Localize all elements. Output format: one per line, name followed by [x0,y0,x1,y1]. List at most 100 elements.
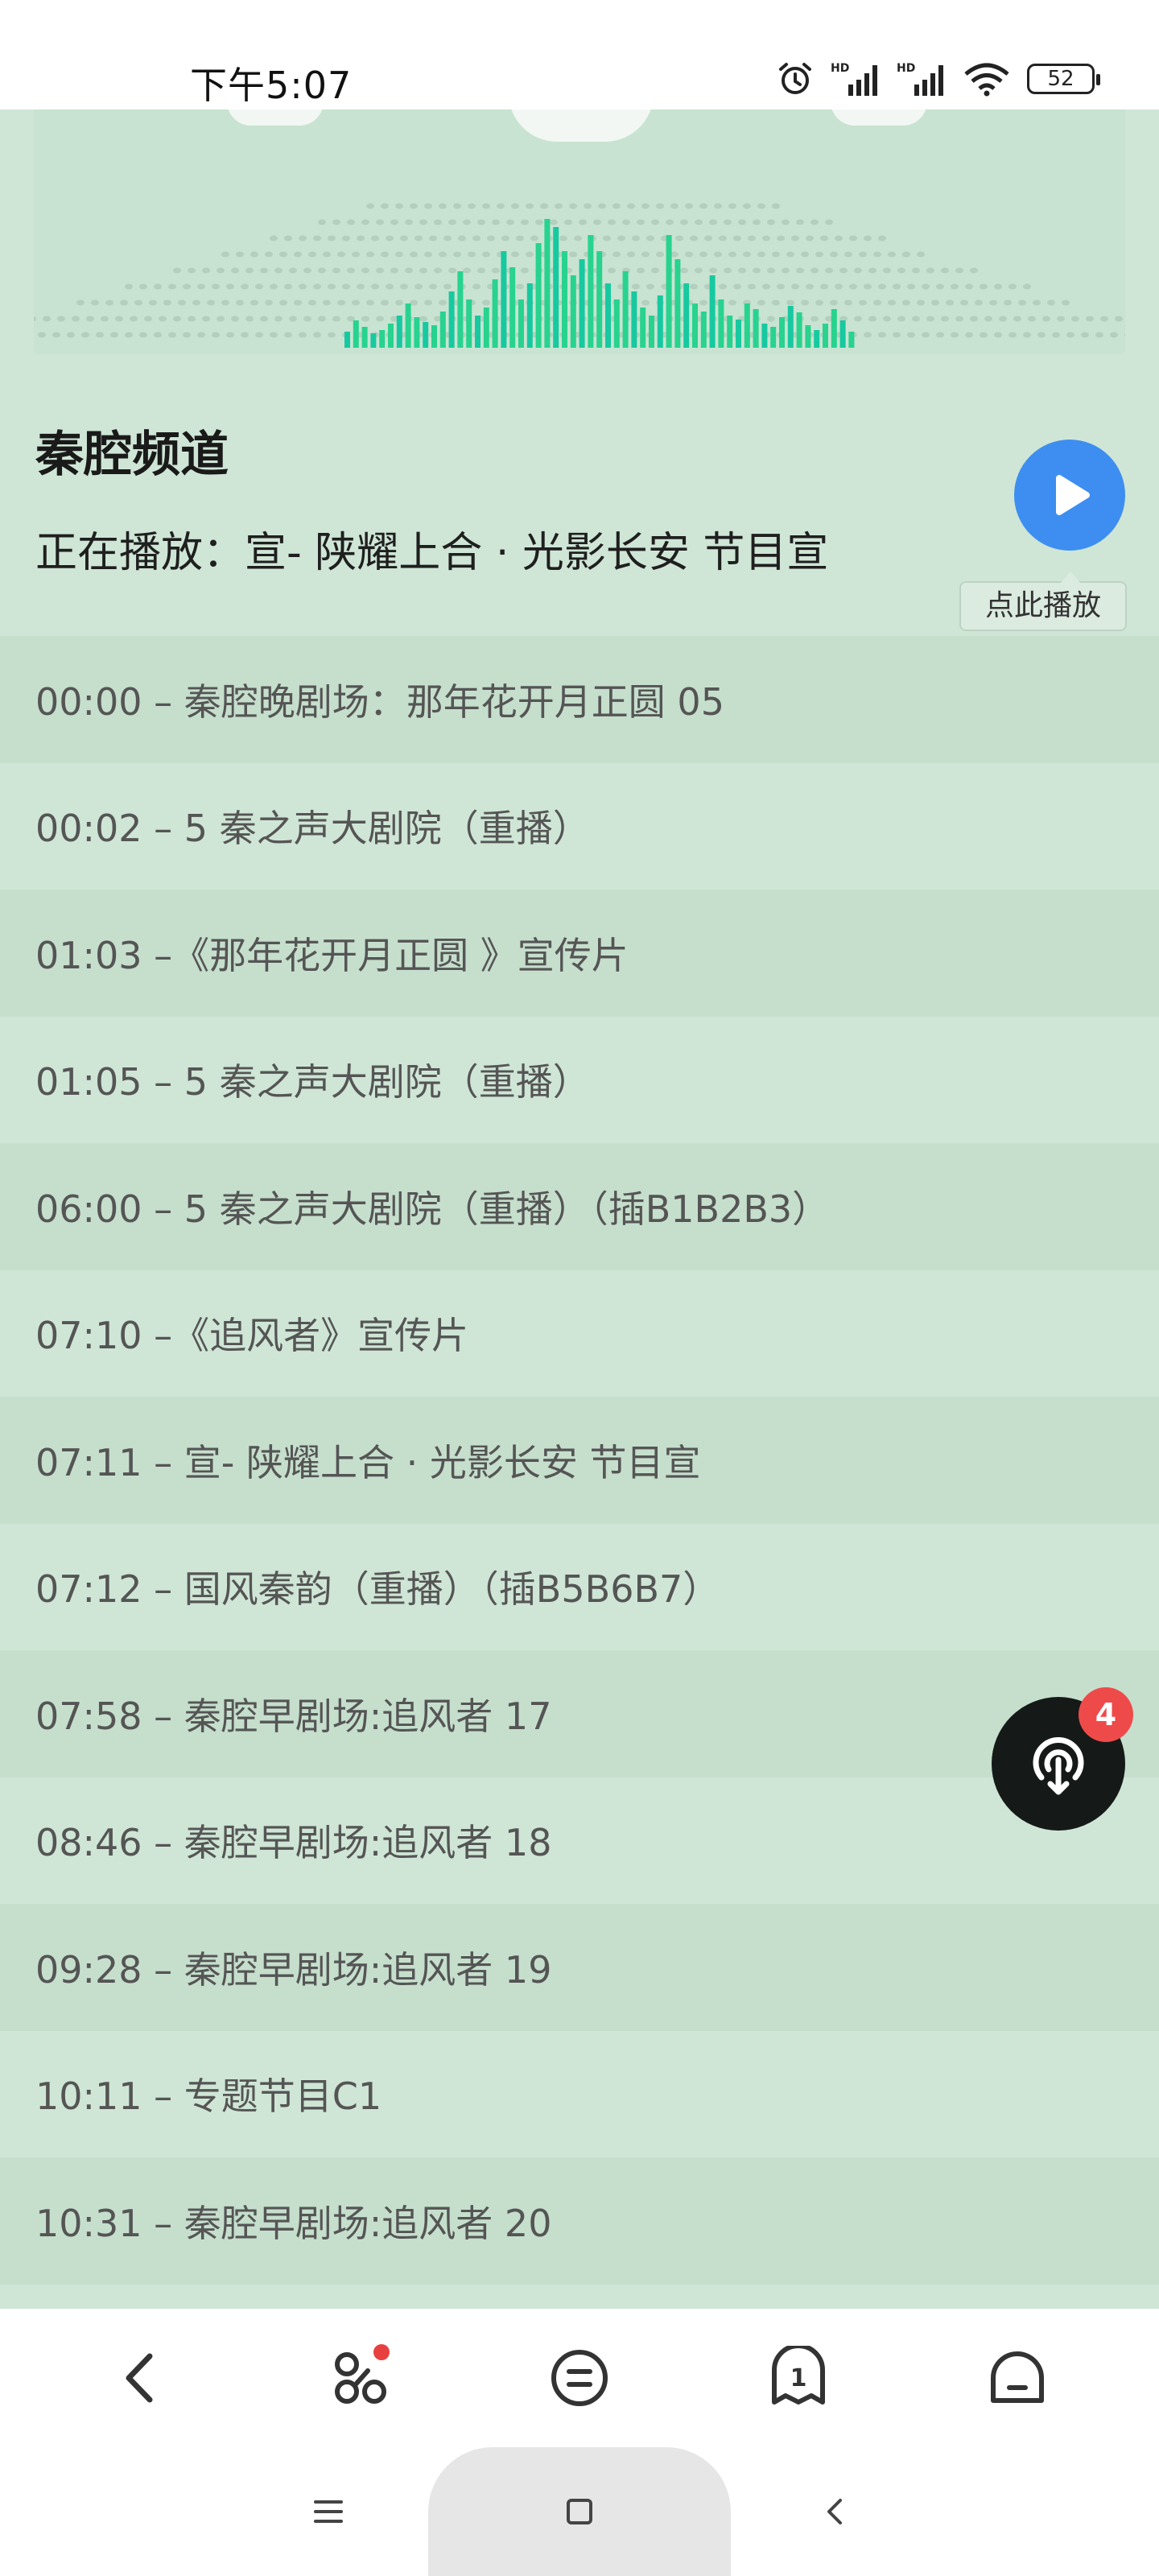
decor-dot [125,332,133,338]
decor-dot [405,267,413,274]
decor-dot [637,219,645,225]
tabs-button[interactable]: 1 [750,2330,847,2426]
decor-dot [926,316,934,322]
decor-dot [980,283,988,290]
decor-dot [627,203,635,209]
decor-dot [1110,332,1118,338]
schedule-item[interactable]: 08:46 – 秦腔早剧场:追风者 18 [0,1777,1159,1904]
decor-dot [424,203,432,209]
play-tooltip: 点此播放 [959,572,1127,631]
decor-dot [791,283,799,290]
decor-dot [352,251,360,258]
decor-dot [825,267,833,274]
recents-button[interactable] [296,2479,361,2544]
decor-dot [695,267,703,274]
schedule-item[interactable]: 07:11 – 宣- 陕耀上合 · 光影长安 节目宣 [0,1397,1159,1524]
decor-dot [782,219,790,225]
decor-dot [955,267,963,274]
decor-dot [260,267,268,274]
schedule-item[interactable]: 00:00 – 秦腔晚剧场：那年花开月正圆 05 [0,636,1159,763]
decor-dot [1095,332,1103,338]
decor-dot [217,316,225,322]
decor-dot [202,267,210,274]
decor-dot [748,235,756,242]
decor-dot [357,283,365,290]
decor-dot [680,219,688,225]
decor-dot [188,267,196,274]
decor-dot [704,235,712,242]
decor-dot [946,299,954,306]
decor-dot [820,283,828,290]
nav-back-button[interactable] [803,2479,868,2544]
decor-dot [419,267,427,274]
decor-dot [897,267,905,274]
decor-dot [120,299,128,306]
decor-dot [608,219,616,225]
decor-dot [439,203,447,209]
decor-dot [289,316,297,322]
home-square-button[interactable] [547,2479,612,2544]
decor-dot [472,283,481,290]
schedule-item[interactable]: 09:28 – 秦腔早剧场:追风者 19 [0,1904,1159,2031]
decor-dot [907,332,915,338]
equalizer-bar [787,306,794,348]
schedule-item[interactable]: 10:11 – 专题节目C1 [0,2030,1159,2157]
decor-dot [941,267,949,274]
decor-dot [81,332,89,338]
decor-dot [1081,332,1089,338]
decor-dot [641,299,650,306]
decor-dot [627,251,635,258]
decor-dot [724,219,732,225]
decor-dot [38,332,46,338]
decor-dot [163,299,171,306]
play-button[interactable] [1014,440,1125,551]
apps-button[interactable] [312,2330,409,2426]
decor-dot [173,267,181,274]
schedule-item[interactable]: 10:31 – 秦腔早剧场:追风者 20 [0,2157,1159,2285]
decor-dot [511,251,519,258]
decor-dot [806,283,814,290]
back-button[interactable] [93,2330,190,2426]
decor-dot [757,251,765,258]
decor-dot [762,283,770,290]
schedule-item[interactable]: 06:00 – 5 秦之声大剧院（重播）（插B1B2B3） [0,1143,1159,1270]
equalizer-bar [570,275,576,348]
back-icon [126,2353,153,2403]
schedule-item[interactable]: 07:58 – 秦腔早剧场:追风者 17 [0,1650,1159,1777]
schedule-item[interactable]: 01:03 –《那年花开月正圆 》宣传片 [0,890,1159,1017]
decor-dot [796,267,804,274]
decor-dot [859,299,867,306]
decor-dot [337,251,345,258]
decor-dot [400,235,408,242]
decor-dot [289,267,297,274]
decor-dot [975,299,983,306]
decor-dot [376,219,384,225]
download-badge: 4 [1079,1687,1133,1742]
decor-dot [516,235,524,242]
decor-dot [115,316,123,322]
decor-dot [786,251,794,258]
home-button[interactable] [969,2330,1066,2426]
decor-dot [76,299,85,306]
equalizer-bar [631,291,637,348]
menu-button[interactable] [531,2330,628,2426]
decor-dot [738,267,746,274]
schedule-item[interactable]: 07:10 –《追风者》宣传片 [0,1269,1159,1397]
schedule-item[interactable]: 00:02 – 5 秦之声大剧院（重播） [0,762,1159,890]
equalizer-bar [736,320,741,348]
decor-dot [448,219,456,225]
decor-dot [482,299,490,306]
decor-dot [641,203,650,209]
decor-dot [43,316,51,322]
decor-dot [245,316,254,322]
schedule-item[interactable]: 01:05 – 5 秦之声大剧院（重播） [0,1016,1159,1143]
battery-icon: 52 [1027,64,1100,94]
decor-dot [878,283,886,290]
equalizer-bar [674,259,681,348]
decor-dot [574,235,582,242]
equalizer-bar [613,299,620,348]
decor-dot [970,267,978,274]
decor-dot [212,332,220,338]
decor-dot [772,251,780,258]
schedule-item[interactable]: 07:12 – 国风秦韵（重播）（插B5B6B7） [0,1523,1159,1650]
